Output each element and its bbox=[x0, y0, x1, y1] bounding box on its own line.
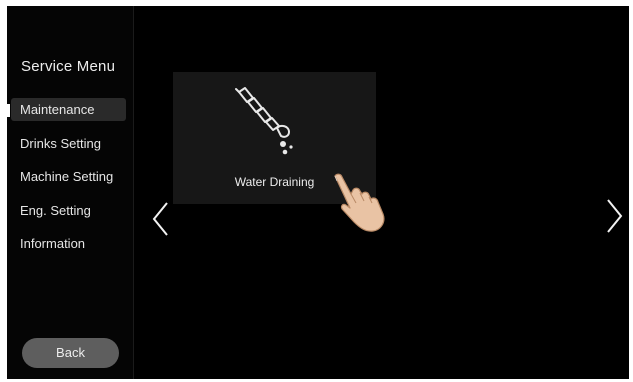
pointing-hand-icon bbox=[334, 173, 385, 232]
chevron-left-icon[interactable] bbox=[151, 201, 171, 237]
sidebar-item-information[interactable]: Information bbox=[11, 232, 126, 255]
active-item-marker bbox=[7, 104, 10, 117]
sidebar-title: Service Menu bbox=[21, 58, 116, 75]
sidebar-item-drinks-setting[interactable]: Drinks Setting bbox=[11, 132, 126, 155]
main-content: Water Draining bbox=[134, 6, 629, 379]
service-screen: Service Menu Maintenance Drinks Setting … bbox=[7, 6, 629, 379]
water-drain-icon bbox=[235, 87, 293, 155]
chevron-right-icon[interactable] bbox=[604, 198, 624, 234]
sidebar: Service Menu Maintenance Drinks Setting … bbox=[7, 6, 134, 379]
sidebar-item-maintenance[interactable]: Maintenance bbox=[11, 98, 126, 121]
device-frame: Service Menu Maintenance Drinks Setting … bbox=[0, 0, 633, 382]
sidebar-item-machine-setting[interactable]: Machine Setting bbox=[11, 165, 126, 188]
back-button[interactable]: Back bbox=[22, 338, 119, 368]
sidebar-item-eng-setting[interactable]: Eng. Setting bbox=[11, 199, 126, 222]
